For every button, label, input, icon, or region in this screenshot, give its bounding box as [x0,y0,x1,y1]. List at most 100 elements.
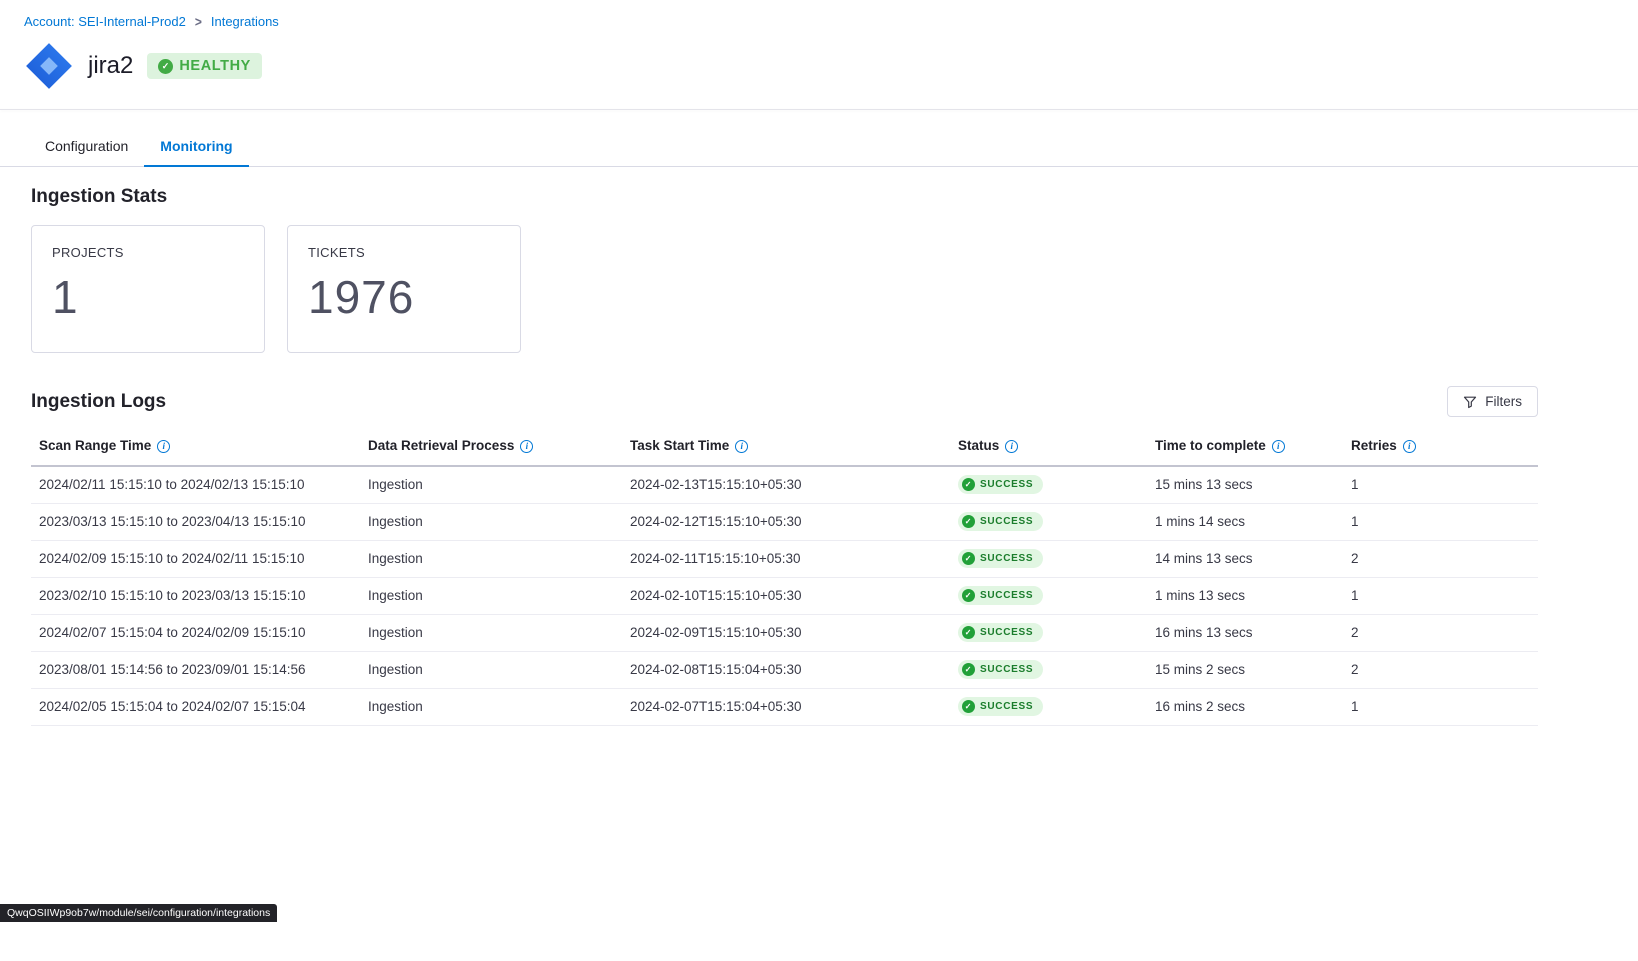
table-row: 2023/02/10 15:15:10 to 2023/03/13 15:15:… [31,577,1538,614]
success-check-icon: ✓ [962,626,975,639]
status-cell: ✓ SUCCESS [950,503,1147,540]
header-divider [0,109,1638,110]
column-task-start-time: Task Start Timei [622,430,950,466]
scan-range-cell: 2023/03/13 15:15:10 to 2023/04/13 15:15:… [31,503,360,540]
process-cell: Ingestion [360,577,622,614]
status-badge: ✓ SUCCESS [958,549,1043,568]
task-start-cell: 2024-02-07T15:15:04+05:30 [622,688,950,725]
status-badge-label: SUCCESS [980,479,1033,490]
retries-cell: 1 [1343,503,1538,540]
stat-card-value: 1 [52,270,244,324]
stat-card-tickets: TICKETS 1976 [287,225,521,353]
status-badge: ✓ SUCCESS [958,512,1043,531]
status-badge-label: SUCCESS [980,701,1033,712]
status-badge: ✓ SUCCESS [958,660,1043,679]
success-check-icon: ✓ [962,478,975,491]
time-to-complete-cell: 16 mins 2 secs [1147,688,1343,725]
retries-cell: 2 [1343,540,1538,577]
status-badge: ✓ SUCCESS [958,586,1043,605]
table-row: 2023/08/01 15:14:56 to 2023/09/01 15:14:… [31,651,1538,688]
task-start-cell: 2024-02-12T15:15:10+05:30 [622,503,950,540]
column-status: Statusi [950,430,1147,466]
breadcrumb-account-link[interactable]: Account: SEI-Internal-Prod2 [24,14,186,29]
tab-monitoring[interactable]: Monitoring [144,127,248,166]
status-badge-label: SUCCESS [980,627,1033,638]
ingestion-logs-heading: Ingestion Logs [31,391,166,413]
task-start-cell: 2024-02-13T15:15:10+05:30 [622,466,950,503]
status-badge-label: SUCCESS [980,516,1033,527]
status-cell: ✓ SUCCESS [950,651,1147,688]
status-cell: ✓ SUCCESS [950,577,1147,614]
logs-table-body: 2024/02/11 15:15:10 to 2024/02/13 15:15:… [31,466,1538,725]
time-to-complete-cell: 15 mins 13 secs [1147,466,1343,503]
stat-card-value: 1976 [308,270,500,324]
retries-cell: 2 [1343,651,1538,688]
success-check-icon: ✓ [962,515,975,528]
info-icon[interactable]: i [1403,440,1416,453]
main-content: Ingestion Stats PROJECTS 1 TICKETS 1976 … [0,186,1638,726]
status-badge-label: SUCCESS [980,664,1033,675]
check-circle-icon: ✓ [158,59,173,74]
process-cell: Ingestion [360,466,622,503]
table-header-row: Scan Range Timei Data Retrieval Processi… [31,430,1538,466]
process-cell: Ingestion [360,540,622,577]
page-header: Account: SEI-Internal-Prod2 > Integratio… [0,0,1638,93]
process-cell: Ingestion [360,503,622,540]
status-cell: ✓ SUCCESS [950,466,1147,503]
scan-range-cell: 2024/02/05 15:15:04 to 2024/02/07 15:15:… [31,688,360,725]
time-to-complete-cell: 14 mins 13 secs [1147,540,1343,577]
success-check-icon: ✓ [962,552,975,565]
scan-range-cell: 2024/02/11 15:15:10 to 2024/02/13 15:15:… [31,466,360,503]
filters-button-label: Filters [1485,394,1522,409]
success-check-icon: ✓ [962,589,975,602]
health-status-label: HEALTHY [179,58,251,74]
task-start-cell: 2024-02-10T15:15:10+05:30 [622,577,950,614]
health-status-badge: ✓ HEALTHY [147,53,262,79]
process-cell: Ingestion [360,688,622,725]
status-badge: ✓ SUCCESS [958,623,1043,642]
breadcrumb: Account: SEI-Internal-Prod2 > Integratio… [24,14,1614,29]
task-start-cell: 2024-02-11T15:15:10+05:30 [622,540,950,577]
stat-card-label: TICKETS [308,245,500,260]
scan-range-cell: 2023/08/01 15:14:56 to 2023/09/01 15:14:… [31,651,360,688]
retries-cell: 1 [1343,577,1538,614]
tab-bar: Configuration Monitoring [0,127,1638,167]
table-row: 2023/03/13 15:15:10 to 2023/04/13 15:15:… [31,503,1538,540]
status-bar-url: QwqOSIIWp9ob7w/module/sei/configuration/… [0,904,277,922]
filter-funnel-icon [1463,395,1477,409]
table-row: 2024/02/09 15:15:10 to 2024/02/11 15:15:… [31,540,1538,577]
stat-cards: PROJECTS 1 TICKETS 1976 [31,225,1638,353]
time-to-complete-cell: 15 mins 2 secs [1147,651,1343,688]
filters-button[interactable]: Filters [1447,386,1538,417]
status-badge: ✓ SUCCESS [958,475,1043,494]
integration-name: jira2 [88,52,133,80]
info-icon[interactable]: i [735,440,748,453]
status-badge-label: SUCCESS [980,553,1033,564]
stat-card-label: PROJECTS [52,245,244,260]
column-time-to-complete: Time to completei [1147,430,1343,466]
retries-cell: 2 [1343,614,1538,651]
integration-title-row: jira2 ✓ HEALTHY [24,39,1614,93]
info-icon[interactable]: i [157,440,170,453]
time-to-complete-cell: 1 mins 13 secs [1147,577,1343,614]
table-row: 2024/02/07 15:15:04 to 2024/02/09 15:15:… [31,614,1538,651]
status-cell: ✓ SUCCESS [950,688,1147,725]
breadcrumb-chevron-icon: > [195,13,202,29]
status-badge: ✓ SUCCESS [958,697,1043,716]
task-start-cell: 2024-02-08T15:15:04+05:30 [622,651,950,688]
scan-range-cell: 2024/02/07 15:15:04 to 2024/02/09 15:15:… [31,614,360,651]
info-icon[interactable]: i [520,440,533,453]
status-cell: ✓ SUCCESS [950,540,1147,577]
info-icon[interactable]: i [1005,440,1018,453]
time-to-complete-cell: 1 mins 14 secs [1147,503,1343,540]
info-icon[interactable]: i [1272,440,1285,453]
tab-configuration[interactable]: Configuration [29,127,144,166]
breadcrumb-integrations-link[interactable]: Integrations [211,14,279,29]
process-cell: Ingestion [360,651,622,688]
success-check-icon: ✓ [962,663,975,676]
column-data-retrieval-process: Data Retrieval Processi [360,430,622,466]
success-check-icon: ✓ [962,700,975,713]
ingestion-logs-table: Scan Range Timei Data Retrieval Processi… [31,430,1538,726]
retries-cell: 1 [1343,466,1538,503]
task-start-cell: 2024-02-09T15:15:10+05:30 [622,614,950,651]
